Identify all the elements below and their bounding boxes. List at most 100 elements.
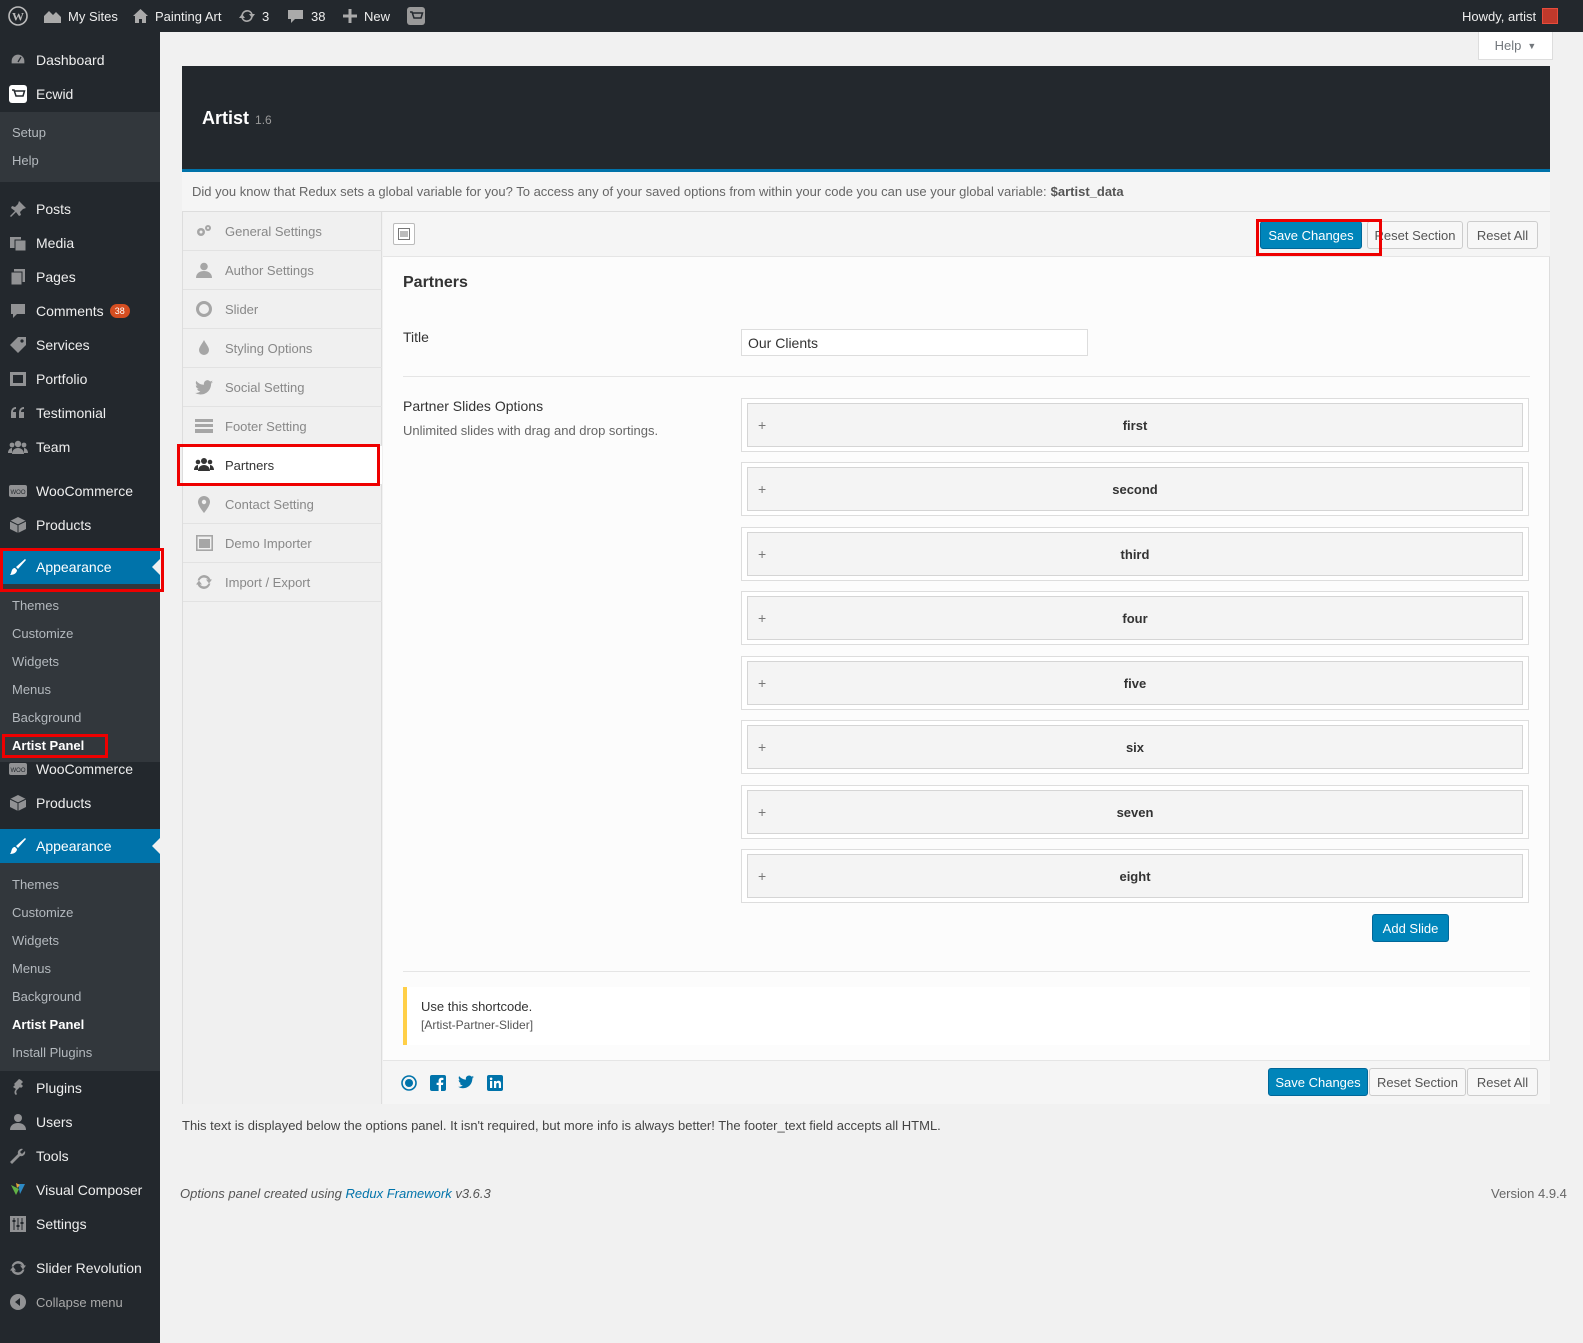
submenu-item-background[interactable]: Background: [12, 985, 81, 1007]
media-icon: [0, 234, 36, 252]
tab-label: Styling Options: [225, 340, 313, 356]
slide-header[interactable]: + five: [747, 661, 1523, 705]
reset-section-button-bottom[interactable]: Reset Section: [1369, 1068, 1466, 1096]
tab-footer-setting[interactable]: Footer Setting: [183, 407, 382, 446]
sidebar-item-media[interactable]: Media: [0, 226, 160, 260]
title-input[interactable]: [741, 329, 1088, 356]
submenu-item-widgets[interactable]: Widgets: [12, 650, 59, 672]
my-sites-icon: [44, 11, 61, 23]
submenu-item-artist-panel[interactable]: Artist Panel: [12, 1013, 84, 1035]
tab-general-settings[interactable]: General Settings: [183, 212, 382, 251]
add-slide-button[interactable]: Add Slide: [1372, 914, 1449, 942]
sidebar-item-slider-revolution[interactable]: Slider Revolution: [0, 1251, 160, 1285]
comments-badge: 38: [109, 304, 130, 318]
plus-icon: +: [758, 675, 767, 691]
slide-header[interactable]: + first: [747, 403, 1523, 447]
account-menu[interactable]: Howdy, artist: [1462, 0, 1559, 32]
tab-import-export[interactable]: Import / Export: [183, 563, 382, 602]
save-changes-button-bottom[interactable]: Save Changes: [1268, 1068, 1368, 1096]
sidebar-item-services[interactable]: Services: [0, 328, 160, 362]
tab-contact-setting[interactable]: Contact Setting: [183, 485, 382, 524]
slide-accordion[interactable]: + third: [741, 527, 1529, 581]
submenu-item-help[interactable]: Help: [12, 149, 39, 171]
sidebar-item-users[interactable]: Users: [0, 1105, 160, 1139]
submenu-item-themes[interactable]: Themes: [12, 873, 59, 895]
slide-header[interactable]: + eight: [747, 854, 1523, 898]
wordpress-logo-icon[interactable]: W: [8, 0, 34, 32]
sidebar-item-dashboard[interactable]: Dashboard: [0, 43, 160, 77]
tab-slider[interactable]: Slider: [183, 290, 382, 329]
reset-all-button-bottom[interactable]: Reset All: [1467, 1068, 1538, 1096]
slide-accordion[interactable]: + five: [741, 656, 1529, 710]
updates-menu[interactable]: 3: [238, 0, 269, 32]
slide-accordion[interactable]: + four: [741, 591, 1529, 645]
submenu-item-themes[interactable]: Themes: [12, 594, 59, 616]
submenu-item-background[interactable]: Background: [12, 706, 81, 728]
submenu-item-customize[interactable]: Customize: [12, 622, 73, 644]
sidebar-item-appearance-2[interactable]: Appearance: [0, 829, 160, 863]
help-tab-button[interactable]: Help ▼: [1478, 32, 1553, 60]
slide-header[interactable]: + third: [747, 532, 1523, 576]
twitter-icon[interactable]: [458, 1075, 474, 1091]
submenu-item-menus[interactable]: Menus: [12, 678, 51, 700]
sidebar-item-posts[interactable]: Posts: [0, 192, 160, 226]
wordpress-social-icon[interactable]: [401, 1075, 417, 1091]
reset-all-button[interactable]: Reset All: [1467, 221, 1538, 249]
tab-social-setting[interactable]: Social Setting: [183, 368, 382, 407]
shortcode-value: [Artist-Partner-Slider]: [421, 1018, 534, 1032]
slide-header[interactable]: + second: [747, 467, 1523, 511]
sidebar-item-products-2[interactable]: Products: [0, 786, 160, 820]
expand-options-button[interactable]: [393, 223, 415, 245]
slide-accordion[interactable]: + seven: [741, 785, 1529, 839]
tab-styling-options[interactable]: Styling Options: [183, 329, 382, 368]
redux-framework-link[interactable]: Redux Framework: [346, 1186, 452, 1201]
save-changes-button[interactable]: Save Changes: [1260, 221, 1362, 249]
collapse-menu-button[interactable]: Collapse menu: [0, 1285, 160, 1319]
sidebar-item-plugins[interactable]: Plugins: [0, 1071, 160, 1105]
tab-label: Demo Importer: [225, 535, 312, 551]
sidebar-item-visual-composer[interactable]: Visual Composer: [0, 1173, 160, 1207]
plus-icon: [343, 9, 357, 23]
cart-icon[interactable]: [406, 0, 432, 32]
new-content-menu[interactable]: New: [342, 0, 390, 32]
sidebar-item-ecwid[interactable]: Ecwid: [0, 77, 160, 111]
submenu-item-widgets[interactable]: Widgets: [12, 929, 59, 951]
comments-menu[interactable]: 38: [287, 0, 325, 32]
tab-partners[interactable]: Partners: [183, 446, 382, 485]
slide-accordion[interactable]: + six: [741, 720, 1529, 774]
footer-layout-icon: [183, 419, 225, 433]
sidebar-item-settings[interactable]: Settings: [0, 1207, 160, 1241]
slide-accordion[interactable]: + first: [741, 398, 1529, 452]
site-name-menu[interactable]: Painting Art: [132, 0, 222, 32]
slide-accordion[interactable]: + second: [741, 462, 1529, 516]
sidebar-item-testimonial[interactable]: Testimonial: [0, 396, 160, 430]
submenu-item-menus[interactable]: Menus: [12, 957, 51, 979]
refresh-icon: [0, 1259, 36, 1277]
facebook-icon[interactable]: [430, 1075, 446, 1091]
submenu-item-setup[interactable]: Setup: [12, 121, 46, 143]
sidebar-item-team[interactable]: Team: [0, 430, 160, 464]
submenu-item-install-plugins[interactable]: Install Plugins: [12, 1041, 92, 1063]
sidebar-item-portfolio[interactable]: Portfolio: [0, 362, 160, 396]
submenu-item-customize[interactable]: Customize: [12, 901, 73, 923]
slide-header[interactable]: + seven: [747, 790, 1523, 834]
tab-author-settings[interactable]: Author Settings: [183, 251, 382, 290]
sidebar-item-tools[interactable]: Tools: [0, 1139, 160, 1173]
sidebar-item-label: Settings: [36, 1216, 87, 1232]
slide-header[interactable]: + six: [747, 725, 1523, 769]
sidebar-item-products[interactable]: Products: [0, 508, 160, 542]
slide-header[interactable]: + four: [747, 596, 1523, 640]
slide-accordion[interactable]: + eight: [741, 849, 1529, 903]
slide-title: first: [1122, 417, 1148, 433]
sidebar-item-comments[interactable]: Comments 38: [0, 294, 160, 328]
sidebar-item-appearance[interactable]: Appearance: [0, 550, 160, 584]
slide-title: six: [1125, 739, 1145, 755]
linkedin-icon[interactable]: [487, 1075, 503, 1091]
sidebar-item-woocommerce[interactable]: WOO WooCommerce: [0, 474, 160, 508]
my-sites-menu[interactable]: My Sites: [42, 0, 118, 32]
sidebar-item-pages[interactable]: Pages: [0, 260, 160, 294]
paintbrush-icon: [0, 558, 36, 576]
reset-section-button[interactable]: Reset Section: [1367, 221, 1463, 249]
sidebar-item-woocommerce-2[interactable]: WOO WooCommerce: [0, 752, 160, 786]
tab-demo-importer[interactable]: Demo Importer: [183, 524, 382, 563]
